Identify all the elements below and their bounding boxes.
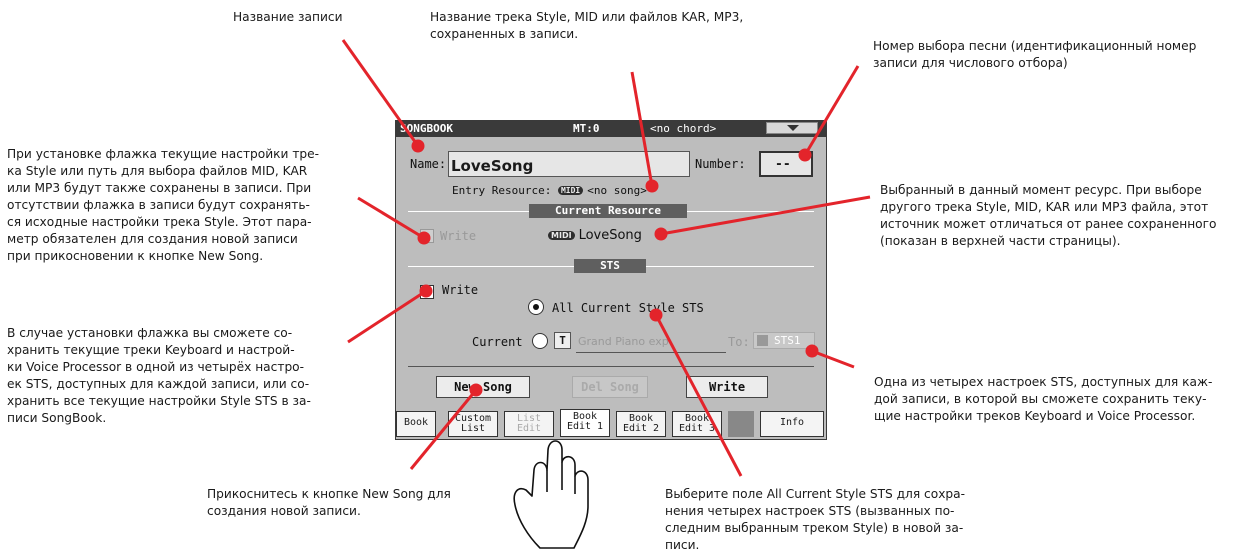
- pointing-hand-icon: [513, 440, 589, 549]
- callout-line: [357, 196, 425, 240]
- callout-overlay: [341, 39, 871, 549]
- callout-dot: [798, 148, 812, 162]
- callout-line: [811, 349, 855, 369]
- callout-line: [341, 39, 420, 147]
- callout-line: [654, 314, 743, 477]
- callout-dot: [417, 231, 431, 245]
- callout-line: [630, 71, 654, 187]
- callout-line: [660, 195, 871, 236]
- callout-dot: [654, 227, 668, 241]
- callout-dot: [411, 139, 425, 153]
- callout-dot: [469, 383, 483, 397]
- callout-dot: [649, 308, 663, 322]
- callout-line: [409, 389, 478, 470]
- callout-dot: [805, 344, 819, 358]
- callout-line: [347, 289, 427, 344]
- callout-dot: [645, 179, 659, 193]
- callout-line: [803, 65, 860, 156]
- callout-dot: [419, 284, 433, 298]
